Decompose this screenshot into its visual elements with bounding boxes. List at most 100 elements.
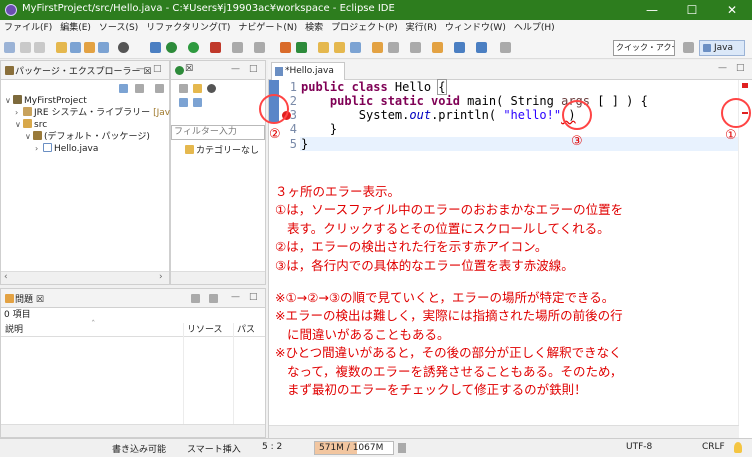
expand-icon[interactable] bbox=[193, 98, 202, 107]
mark-icon[interactable] bbox=[350, 42, 361, 53]
forward-icon[interactable] bbox=[476, 42, 487, 53]
view-menu-icon[interactable] bbox=[155, 84, 164, 93]
menu-window[interactable]: ウィンドウ(W) bbox=[441, 20, 510, 37]
horizontal-scrollbar[interactable]: ‹ › bbox=[1, 271, 169, 284]
code-editor[interactable]: 1 2 3 4 5 public class Hello { public st… bbox=[259, 79, 752, 438]
link-editor-icon[interactable] bbox=[135, 84, 144, 93]
debug-icon[interactable] bbox=[118, 42, 129, 53]
column-divider bbox=[233, 323, 234, 433]
code-line-1: public class Hello { bbox=[301, 79, 447, 95]
category-item[interactable]: カテゴリーなし bbox=[185, 145, 259, 157]
menu-project[interactable]: プロジェクト(P) bbox=[327, 20, 401, 37]
column-description[interactable]: 説明 bbox=[5, 324, 23, 336]
collapse-all-icon[interactable] bbox=[119, 84, 128, 93]
external-tools-icon[interactable] bbox=[232, 42, 243, 53]
maximize-button[interactable]: ☐ bbox=[672, 0, 712, 20]
new-icon[interactable] bbox=[4, 42, 15, 53]
horizontal-scrollbar[interactable] bbox=[269, 425, 739, 438]
run-play-icon[interactable] bbox=[188, 42, 199, 53]
menu-run[interactable]: 実行(R) bbox=[402, 20, 441, 37]
task-icon[interactable] bbox=[84, 42, 95, 53]
tree-item-hello[interactable]: › Hello.java bbox=[35, 143, 98, 155]
coverage-icon[interactable] bbox=[210, 42, 221, 53]
maximize-icon[interactable]: □ bbox=[153, 64, 162, 74]
run-icon[interactable] bbox=[166, 42, 177, 53]
status-writable: 書き込み可能 bbox=[112, 445, 167, 455]
error-overview-marker[interactable] bbox=[742, 83, 748, 88]
filter-input[interactable]: フィルター入力 bbox=[171, 125, 265, 140]
package-explorer-tab[interactable]: パッケージ・エクスプローラー ☒ bbox=[15, 64, 151, 77]
maximize-icon[interactable]: □ bbox=[736, 63, 745, 73]
java-file-icon bbox=[275, 67, 283, 76]
menu-source[interactable]: ソース(S) bbox=[95, 20, 142, 37]
new-java-icon[interactable] bbox=[254, 42, 265, 53]
save-icon[interactable] bbox=[20, 42, 31, 53]
garbage-collect-icon[interactable] bbox=[398, 443, 406, 453]
horizontal-scrollbar[interactable] bbox=[1, 424, 265, 437]
scroll-right-icon[interactable]: › bbox=[159, 272, 163, 282]
tip-icon[interactable] bbox=[734, 442, 742, 453]
open-type-icon[interactable] bbox=[56, 42, 67, 53]
new-package-icon[interactable] bbox=[280, 42, 291, 53]
minimize-icon[interactable]: — bbox=[231, 292, 240, 302]
annotation-icon[interactable] bbox=[372, 42, 383, 53]
maximize-icon[interactable]: □ bbox=[249, 64, 258, 74]
line-number: 4 bbox=[289, 122, 297, 136]
quick-access-input[interactable]: クイック・アクセス bbox=[613, 40, 675, 56]
prev-annotation-icon[interactable] bbox=[410, 42, 421, 53]
tree-item-project[interactable]: ∨ MyFirstProject bbox=[5, 95, 87, 107]
view-menu-icon[interactable] bbox=[209, 294, 218, 303]
skip-icon[interactable] bbox=[150, 42, 161, 53]
outline-tab[interactable]: ☒ bbox=[185, 64, 193, 74]
hide-fields-icon[interactable] bbox=[193, 84, 202, 93]
menu-refactor[interactable]: リファクタリング(T) bbox=[142, 20, 234, 37]
tab-hello-java[interactable]: *Hello.java ☒ bbox=[271, 62, 345, 92]
toggle-icon[interactable] bbox=[98, 42, 109, 53]
note-line: ①は，ソースファイル中のエラーのおおまかなエラーの位置を bbox=[275, 202, 624, 218]
hide-static-icon[interactable] bbox=[207, 84, 216, 93]
memory-indicator[interactable]: 571M / 1067M bbox=[314, 441, 394, 455]
save-all-icon[interactable] bbox=[34, 42, 45, 53]
menu-search[interactable]: 検索 bbox=[301, 20, 327, 37]
problems-tab[interactable]: 問題 ☒ bbox=[15, 292, 44, 305]
close-button[interactable]: ✕ bbox=[712, 0, 752, 20]
menu-file[interactable]: ファイル(F) bbox=[0, 20, 56, 37]
note-line: 表す。クリックするとその位置にスクロールしてくれる。 bbox=[287, 220, 610, 236]
open-perspective-icon[interactable] bbox=[683, 42, 694, 53]
tree-item-jre[interactable]: ›JRE システム・ライブラリー [JavaSE-1 bbox=[15, 107, 196, 119]
filter-icon[interactable] bbox=[191, 294, 200, 303]
status-line-ending: CRLF bbox=[702, 442, 725, 452]
search-icon[interactable] bbox=[70, 42, 81, 53]
outline-icon bbox=[175, 66, 184, 75]
collapse-icon[interactable] bbox=[179, 98, 188, 107]
menu-edit[interactable]: 編集(E) bbox=[56, 20, 95, 37]
status-cursor-position: 5 : 2 bbox=[262, 442, 283, 452]
minimize-icon[interactable]: — bbox=[136, 64, 145, 74]
horizontal-scrollbar[interactable] bbox=[171, 271, 265, 284]
next-annotation-icon[interactable] bbox=[388, 42, 399, 53]
column-resource[interactable]: リソース bbox=[187, 324, 223, 336]
last-edit-icon[interactable] bbox=[432, 42, 443, 53]
sort-icon[interactable] bbox=[179, 84, 188, 93]
minimize-button[interactable]: — bbox=[632, 0, 672, 20]
menu-navigate[interactable]: ナビゲート(N) bbox=[234, 20, 301, 37]
minimize-icon[interactable]: — bbox=[718, 63, 727, 73]
tree-item-default-package[interactable]: ∨ (デフォルト・パッケージ) bbox=[25, 131, 150, 143]
back-icon[interactable] bbox=[454, 42, 465, 53]
folder-icon[interactable] bbox=[334, 42, 345, 53]
chevron-down-icon: ∨ bbox=[15, 120, 21, 129]
column-divider bbox=[183, 323, 184, 433]
column-path[interactable]: パス bbox=[237, 324, 255, 336]
maximize-icon[interactable]: □ bbox=[249, 292, 258, 302]
open-folder-icon[interactable] bbox=[318, 42, 329, 53]
scroll-left-icon[interactable]: ‹ bbox=[4, 272, 8, 282]
minimize-icon[interactable]: — bbox=[231, 64, 240, 74]
menu-help[interactable]: ヘルプ(H) bbox=[510, 20, 559, 37]
pin-icon[interactable] bbox=[500, 42, 511, 53]
tree-item-src[interactable]: ∨ src bbox=[15, 119, 47, 131]
code-token: [ ] ) { bbox=[590, 94, 648, 108]
problems-pane: 問題 ☒ — □ 0 項目 説明 ˆ リソース パス bbox=[0, 288, 266, 438]
new-class-icon[interactable] bbox=[296, 42, 307, 53]
java-perspective-button[interactable]: Java bbox=[699, 40, 745, 56]
status-bar: 書き込み可能 スマート挿入 5 : 2 571M / 1067M UTF-8 C… bbox=[0, 438, 752, 457]
